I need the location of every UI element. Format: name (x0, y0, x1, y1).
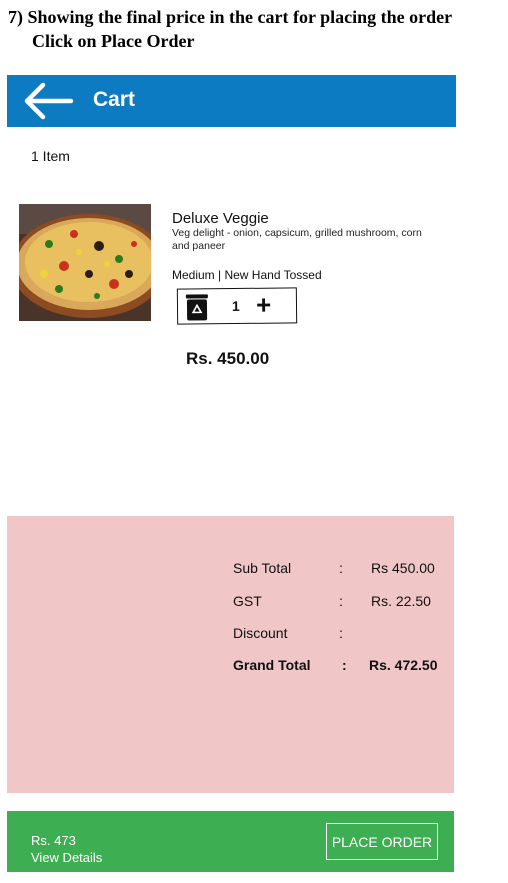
plus-icon[interactable]: + (256, 290, 272, 320)
place-order-button[interactable]: PLACE ORDER (326, 823, 438, 860)
product-price: Rs. 450.00 (186, 349, 270, 368)
grand-total-row: Grand Total : Rs. 472.50 (7, 657, 454, 677)
summary-colon: : (339, 625, 343, 641)
page-title: Cart (93, 88, 136, 111)
summary-label: Discount (233, 625, 288, 641)
product-description: Veg delight - onion, capsicum, grilled m… (172, 227, 422, 252)
summary-colon: : (339, 560, 343, 576)
summary-value: Rs 450.00 (371, 560, 435, 576)
summary-label: Grand Total (233, 657, 311, 673)
view-details-link[interactable]: View Details (31, 850, 102, 865)
app-bar: Cart (7, 75, 456, 127)
quantity-stepper: 1 + (176, 287, 298, 325)
checkout-footer: Rs. 473 View Details PLACE ORDER (7, 811, 454, 872)
price-summary: Sub Total : Rs 450.00 GST : Rs. 22.50 Di… (7, 516, 454, 793)
gst-row: GST : Rs. 22.50 (7, 593, 454, 613)
summary-colon: : (339, 593, 343, 609)
summary-colon: : (342, 657, 347, 673)
instruction-caption: 7) Showing the final price in the cart f… (8, 5, 452, 53)
arrow-left-icon[interactable] (19, 82, 75, 120)
summary-label: GST (233, 593, 262, 609)
pizza-image (19, 204, 151, 321)
discount-row: Discount : (7, 625, 454, 645)
subtotal-row: Sub Total : Rs 450.00 (7, 560, 454, 580)
caption-line-1: 7) Showing the final price in the cart f… (8, 7, 453, 27)
recycle-bin-icon[interactable] (184, 292, 210, 322)
footer-amount: Rs. 473 (31, 833, 76, 848)
quantity-value: 1 (231, 297, 240, 315)
summary-value: Rs. 22.50 (371, 593, 431, 609)
product-name: Deluxe Veggie (172, 210, 269, 227)
caption-line-2: Click on Place Order (32, 31, 195, 51)
summary-label: Sub Total (233, 560, 292, 576)
product-variant: Medium | New Hand Tossed (172, 268, 322, 282)
summary-value: Rs. 472.50 (369, 657, 438, 673)
item-count: 1 Item (31, 148, 70, 164)
